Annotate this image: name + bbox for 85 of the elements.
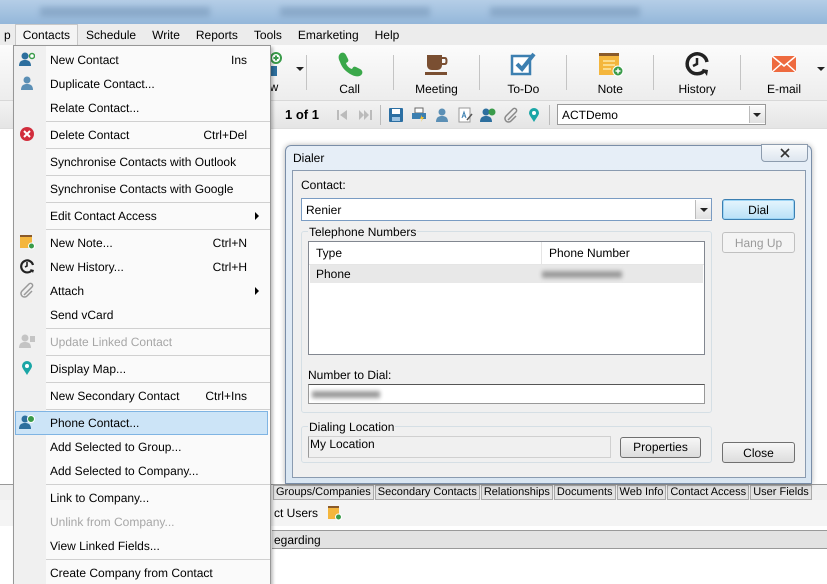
detail-tab[interactable]: Relationships [480, 485, 553, 500]
menu-item[interactable]: Link to Company... [15, 486, 268, 510]
close-icon [780, 148, 790, 158]
paperclip-icon [19, 282, 35, 298]
menu-item[interactable]: Synchronise Contacts with Google [15, 177, 268, 201]
column-header[interactable]: egarding [272, 532, 321, 546]
toolbar-button[interactable]: Call [306, 45, 393, 100]
menu-item[interactable]: Send vCard [15, 303, 268, 327]
detail-tab[interactable]: Secondary Contacts [374, 485, 480, 500]
close-button[interactable]: Close [722, 442, 795, 463]
shortcut-label: Ins [230, 53, 247, 67]
clock-arrow-icon [19, 258, 35, 274]
close-button[interactable] [761, 144, 808, 162]
shortcut-label: Ctrl+Del [203, 128, 247, 142]
field-label: Contact: [301, 177, 347, 193]
map-pin-icon [19, 360, 35, 376]
group-title: Telephone Numbers [308, 225, 418, 239]
shortcut-label: Ctrl+N [212, 236, 247, 250]
detail-tab[interactable]: User Fields [750, 485, 812, 500]
paperclip-icon[interactable] [502, 106, 519, 122]
person-phone-icon[interactable] [480, 106, 496, 122]
menu-bar-item[interactable]: Reports [188, 24, 246, 45]
menu-item[interactable]: Phone Contact... [15, 411, 268, 435]
menu-item[interactable]: Edit Contact Access [15, 204, 268, 228]
menu-item[interactable]: Synchronise Contacts with Outlook [15, 150, 268, 174]
note-icon[interactable] [326, 505, 342, 521]
menu-item[interactable]: Create Company from Contact [15, 561, 268, 584]
menu-item[interactable]: Delete Contact Ctrl+Del [15, 123, 268, 147]
toolbar-button[interactable]: E-mail [741, 45, 827, 100]
note-icon [19, 234, 35, 250]
toolbar-button[interactable]: To-Do [480, 45, 566, 100]
menu-item[interactable]: Relate Contact... [15, 96, 268, 120]
toolbar-button[interactable]: History [654, 45, 740, 100]
menu-bar-item[interactable]: Write [144, 24, 188, 45]
add-person-icon [19, 51, 35, 67]
menu-item[interactable]: Duplicate Contact... [15, 72, 268, 96]
person-phone-icon [19, 414, 35, 430]
menu-bar-item[interactable]: p [0, 24, 15, 45]
detail-tab[interactable]: Contact Access [667, 485, 750, 500]
column-header[interactable]: Phone Number [542, 242, 630, 264]
menu-item[interactable]: Display Map... [15, 357, 268, 381]
menu-bar-item[interactable]: Emarketing [290, 24, 367, 45]
toolbar-button[interactable]: Note [567, 45, 654, 100]
detail-tab[interactable]: Groups/Companies [273, 485, 374, 500]
blurred-number [312, 390, 380, 398]
menu-item[interactable]: New History... Ctrl+H [15, 255, 268, 279]
detail-tab[interactable]: Web Info [616, 485, 666, 500]
shortcut-label: Ctrl+H [212, 260, 247, 274]
menu-item[interactable]: View Linked Fields... [15, 534, 268, 558]
column-header[interactable]: Type [309, 242, 542, 264]
caret-icon[interactable] [816, 67, 825, 71]
contact-users-label: ct Users [274, 506, 318, 520]
clock-arrow-icon [683, 50, 712, 78]
person-icon [19, 333, 35, 349]
menu-bar-item[interactable]: Help [366, 24, 408, 45]
location-field: My Location [308, 436, 611, 458]
person-icon[interactable] [434, 106, 450, 122]
list-row[interactable]: Phone [310, 265, 703, 283]
field-label: Number to Dial: [308, 367, 392, 383]
number-input-field[interactable] [308, 384, 705, 404]
record-position: 1 of 1 [285, 107, 319, 122]
menu-bar-item[interactable]: Tools [246, 24, 290, 45]
dialog-button[interactable]: Dial [722, 199, 795, 220]
printer-icon[interactable] [410, 106, 427, 122]
menu-item[interactable]: Add Selected to Company... [15, 459, 268, 483]
contact-dropdown[interactable]: Renier [301, 198, 712, 221]
delete-icon [19, 126, 35, 142]
properties-button[interactable]: Properties [620, 436, 701, 458]
menu-item[interactable]: Add Selected to Group... [15, 435, 268, 459]
menu-bar-item[interactable]: Contacts [14, 24, 78, 45]
menu-item[interactable]: New Secondary Contact Ctrl+Ins [15, 384, 268, 408]
dialog-title: Dialer [293, 151, 324, 165]
group-title: Dialing Location [308, 420, 396, 434]
menu-item[interactable]: New Note... Ctrl+N [15, 231, 268, 255]
save-icon[interactable] [388, 106, 404, 122]
menu-bar-item[interactable]: Schedule [78, 24, 144, 45]
person-icon [19, 75, 35, 91]
phone-icon [336, 50, 364, 78]
shortcut-label: Ctrl+Ins [205, 389, 247, 403]
database-dropdown[interactable]: ACTDemo [556, 104, 766, 125]
menu-item[interactable]: Attach [15, 279, 268, 303]
detail-tab[interactable]: Documents [554, 485, 616, 500]
menu-item[interactable]: New Contact Ins [15, 48, 268, 72]
document-edit-icon[interactable] [456, 106, 473, 122]
toolbar-button[interactable]: Meeting [394, 45, 480, 100]
